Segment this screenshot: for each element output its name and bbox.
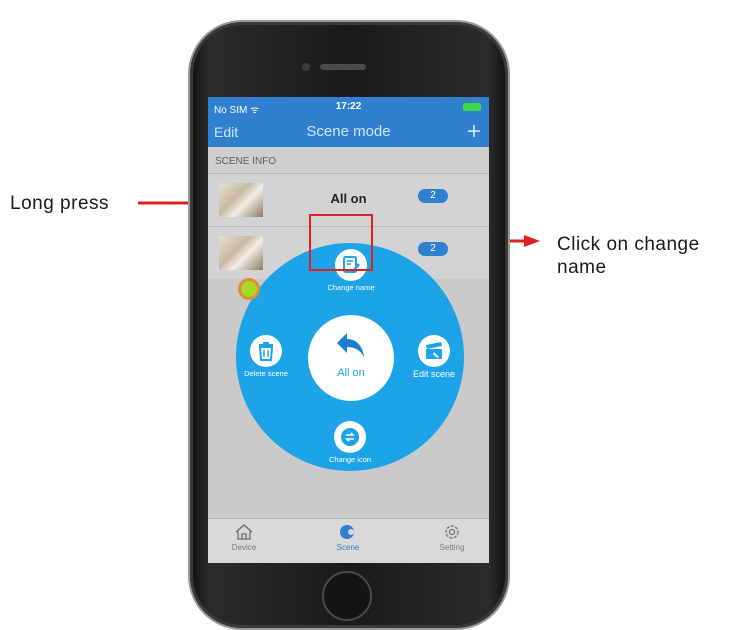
change-name-annotation: Click on change name bbox=[557, 234, 700, 278]
change-icon-label: Change icon bbox=[328, 455, 372, 464]
nav-bar: Edit Scene mode + bbox=[208, 117, 489, 147]
change-icon-button[interactable]: Change icon bbox=[316, 421, 384, 464]
scene-action-menu: All on Change name Delete scene Edit sce… bbox=[236, 243, 464, 471]
long-press-annotation: Long press bbox=[10, 193, 110, 214]
status-time: 17:22 bbox=[335, 101, 362, 112]
phone-screen: No SIM ᯤ 17:22 Edit Scene mode + SCENE I… bbox=[208, 97, 489, 563]
home-button[interactable] bbox=[322, 571, 372, 621]
swap-icon bbox=[334, 421, 366, 453]
section-header: SCENE INFO bbox=[215, 156, 277, 167]
phone-frame: No SIM ᯤ 17:22 Edit Scene mode + SCENE I… bbox=[190, 22, 508, 628]
gear-icon bbox=[445, 525, 459, 539]
tab-device[interactable]: Device bbox=[214, 523, 274, 552]
home-icon bbox=[235, 524, 253, 540]
change-name-label: Change name bbox=[327, 283, 375, 292]
drag-touch-indicator bbox=[238, 278, 260, 300]
device-count-badge: 2 bbox=[418, 242, 448, 256]
change-name-highlight bbox=[309, 214, 373, 271]
tab-scene[interactable]: Scene bbox=[318, 523, 378, 552]
front-camera bbox=[302, 63, 310, 71]
page-title: Scene mode bbox=[306, 123, 391, 140]
center-label: All on bbox=[337, 367, 365, 379]
tab-label: Scene bbox=[336, 543, 360, 552]
center-run-scene-button[interactable]: All on bbox=[308, 315, 394, 401]
scene-thumbnail bbox=[219, 236, 263, 270]
tab-label: Setting bbox=[439, 543, 465, 552]
scene-icon bbox=[340, 525, 354, 539]
edit-scene-button[interactable]: Edit scene bbox=[404, 335, 464, 379]
tab-label: Device bbox=[231, 543, 257, 552]
device-count-badge: 2 bbox=[418, 189, 448, 203]
earpiece-speaker bbox=[320, 64, 366, 70]
trash-icon bbox=[250, 335, 282, 367]
status-bar: No SIM ᯤ 17:22 bbox=[208, 97, 489, 117]
add-scene-button[interactable]: + bbox=[467, 118, 481, 146]
clapperboard-icon bbox=[418, 335, 450, 367]
tab-bar: Device Scene Setting bbox=[208, 518, 489, 563]
tab-setting[interactable]: Setting bbox=[422, 523, 482, 552]
battery-icon bbox=[463, 103, 481, 111]
edit-scene-label: Edit scene bbox=[412, 369, 456, 379]
delete-scene-label: Delete scene bbox=[244, 369, 288, 378]
delete-scene-button[interactable]: Delete scene bbox=[238, 335, 294, 378]
undo-arrow-icon bbox=[337, 333, 364, 357]
